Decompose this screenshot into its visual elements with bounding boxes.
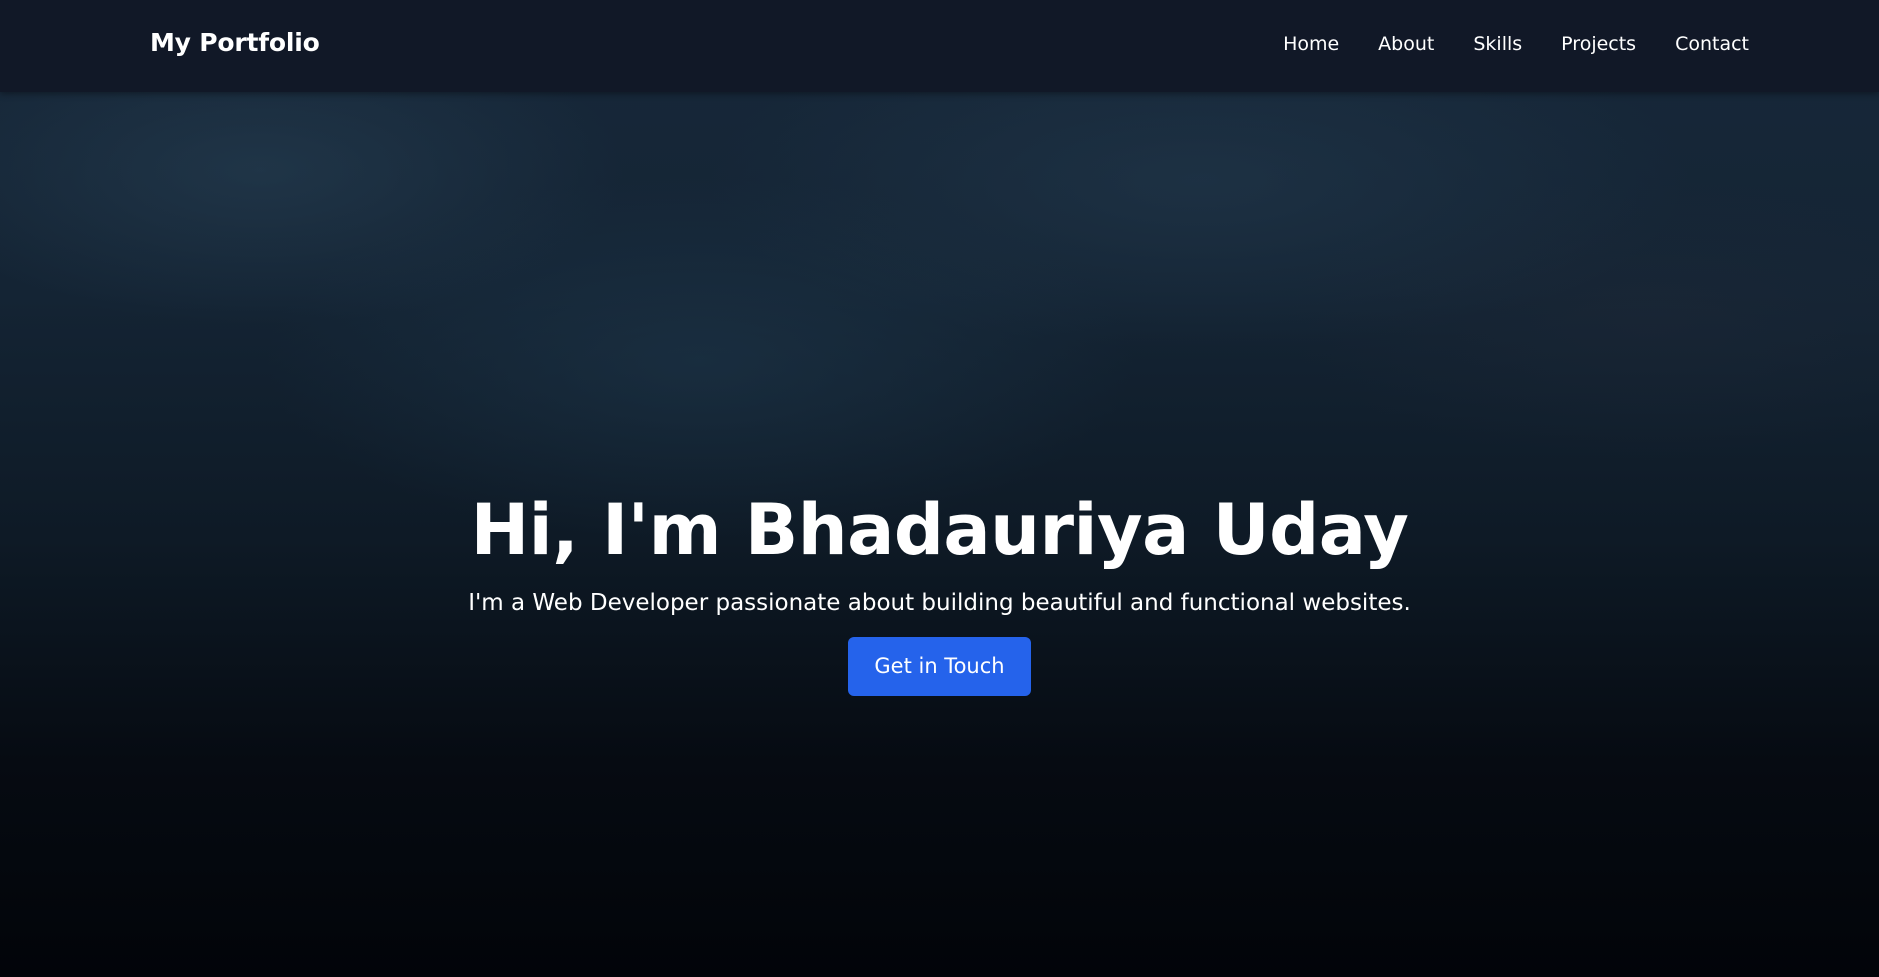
- main-nav: Home About Skills Projects Contact: [1283, 33, 1749, 55]
- nav-link-contact[interactable]: Contact: [1675, 33, 1749, 55]
- hero-subtitle: I'm a Web Developer passionate about bui…: [468, 590, 1411, 616]
- nav-link-home[interactable]: Home: [1283, 33, 1339, 55]
- hero-section: Hi, I'm Bhadauriya Uday I'm a Web Develo…: [0, 482, 1879, 696]
- nav-link-projects[interactable]: Projects: [1561, 33, 1636, 55]
- nav-link-skills[interactable]: Skills: [1473, 33, 1522, 55]
- hero-title: Hi, I'm Bhadauriya Uday: [470, 489, 1409, 571]
- nav-link-about[interactable]: About: [1378, 33, 1434, 55]
- portfolio-page: My Portfolio Home About Skills Projects …: [0, 0, 1879, 977]
- brand-logo[interactable]: My Portfolio: [150, 28, 320, 57]
- get-in-touch-button[interactable]: Get in Touch: [848, 637, 1031, 696]
- site-header: My Portfolio Home About Skills Projects …: [0, 0, 1879, 92]
